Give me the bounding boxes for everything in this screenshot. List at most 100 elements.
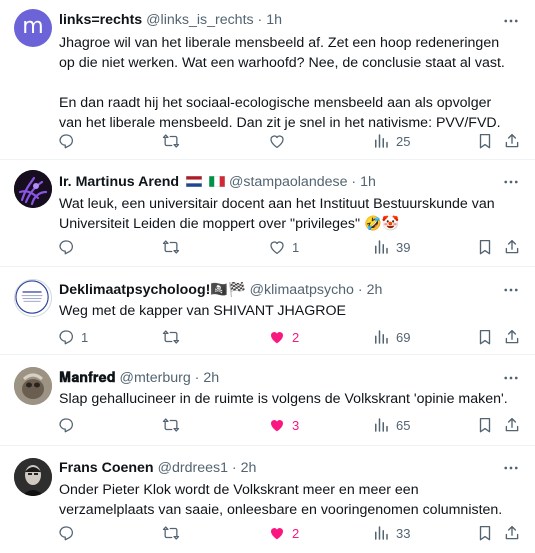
like-count: 1 — [292, 239, 300, 255]
avatar-letter: m — [22, 14, 44, 39]
avatar[interactable] — [14, 279, 52, 317]
timeline: m links=rechts @links_is_rechts · 1h Jha… — [0, 0, 535, 553]
reply-icon — [59, 240, 74, 255]
like-button[interactable]: 2 — [268, 326, 299, 348]
views-icon — [375, 418, 388, 432]
views-icon — [375, 330, 388, 344]
display-name[interactable]: links=rechts — [59, 12, 142, 28]
share-button[interactable] — [503, 130, 521, 152]
timestamp[interactable]: 2h — [203, 370, 219, 386]
views-icon — [375, 240, 388, 254]
more-icon[interactable] — [502, 459, 520, 477]
display-name[interactable]: Frans Coenen — [59, 460, 154, 476]
repost-button[interactable] — [162, 522, 186, 544]
handle[interactable]: @klimaatpsycho — [250, 282, 354, 298]
display-name[interactable]: 𝐌𝐚𝐧𝐟𝐫𝐞𝐝 — [59, 370, 116, 386]
action-bar: 3 65 — [52, 414, 519, 436]
more-icon[interactable] — [502, 369, 520, 387]
tweet-text-content: Weg met de kapper van SHIVANT JHAGROE — [59, 303, 347, 319]
avatar[interactable] — [14, 367, 52, 405]
like-icon — [270, 528, 284, 540]
repost-button[interactable] — [162, 326, 186, 348]
like-button[interactable] — [268, 130, 292, 152]
handle[interactable]: @links_is_rechts — [146, 12, 253, 28]
view-count: 65 — [396, 417, 411, 433]
views-button[interactable]: 69 — [372, 326, 410, 348]
tweet-text: Wat leuk, een universitair docent aan he… — [59, 194, 513, 234]
reply-button[interactable]: 1 — [57, 326, 88, 348]
avatar[interactable] — [14, 458, 52, 496]
view-count: 33 — [396, 525, 411, 541]
tweet[interactable]: 𝐌𝐚𝐧𝐟𝐫𝐞𝐝 @mterburg · 2h Slap gehallucinee… — [0, 355, 535, 446]
tweet-text-content: Jhagroe wil van het liberale mensbeeld a… — [59, 35, 505, 131]
like-button[interactable]: 3 — [268, 414, 299, 436]
share-icon — [505, 239, 519, 254]
like-button[interactable]: 2 — [268, 522, 299, 544]
like-count: 2 — [292, 525, 300, 541]
share-button[interactable] — [503, 522, 521, 544]
tweet-header: Frans Coenen @drdrees1 · 2h — [59, 460, 491, 480]
reply-button[interactable] — [57, 130, 81, 152]
repost-button[interactable] — [162, 414, 186, 436]
handle[interactable]: @stampaolandese — [229, 174, 348, 190]
separator: · — [190, 370, 204, 386]
tweet-text-content: Onder Pieter Klok wordt de Volkskrant me… — [59, 482, 503, 518]
bookmark-button[interactable] — [476, 414, 494, 436]
reply-icon — [59, 330, 74, 345]
display-name[interactable]: Ir. Martinus Arend — [59, 174, 179, 190]
avatar[interactable] — [14, 170, 52, 208]
view-count: 25 — [396, 133, 411, 149]
bookmark-icon — [479, 239, 491, 255]
avatar[interactable]: m — [14, 9, 52, 47]
reply-icon — [59, 526, 74, 541]
repost-button[interactable] — [162, 130, 186, 152]
share-button[interactable] — [503, 326, 521, 348]
share-button[interactable] — [503, 236, 521, 258]
reply-button[interactable] — [57, 236, 81, 258]
views-icon — [375, 526, 388, 540]
separator: · — [227, 460, 241, 476]
bookmark-button[interactable] — [476, 326, 494, 348]
like-icon — [270, 241, 284, 255]
views-button[interactable]: 39 — [372, 236, 410, 258]
tweet-header: Deklimaatpsycholoog!🏴‍☠️🏁 @klimaatpsycho… — [59, 282, 491, 302]
views-icon — [375, 134, 388, 148]
views-button[interactable]: 33 — [372, 522, 410, 544]
bookmark-icon — [479, 133, 491, 149]
tweet[interactable]: m links=rechts @links_is_rechts · 1h Jha… — [0, 0, 535, 160]
repost-button[interactable] — [162, 236, 186, 258]
display-name[interactable]: Deklimaatpsycholoog!🏴‍☠️🏁 — [59, 282, 246, 298]
timestamp[interactable]: 1h — [360, 174, 376, 190]
bookmark-icon — [479, 329, 491, 345]
tweet[interactable]: Deklimaatpsycholoog!🏴‍☠️🏁 @klimaatpsycho… — [0, 267, 535, 355]
more-icon[interactable] — [502, 173, 520, 191]
like-button[interactable]: 1 — [268, 236, 299, 258]
tweet-text-content: Wat leuk, een universitair docent aan he… — [59, 196, 495, 232]
bookmark-button[interactable] — [476, 130, 494, 152]
reply-count: 1 — [81, 329, 89, 345]
avatar-image — [14, 170, 52, 208]
tweet[interactable]: Frans Coenen @drdrees1 · 2h Onder Pieter… — [0, 446, 535, 553]
views-button[interactable]: 65 — [372, 414, 410, 436]
action-bar: 25 — [52, 130, 519, 152]
timestamp[interactable]: 2h — [241, 460, 257, 476]
handle[interactable]: @mterburg — [120, 370, 191, 386]
bookmark-button[interactable] — [476, 522, 494, 544]
action-bar: 1 2 69 — [52, 326, 519, 348]
like-count: 3 — [292, 417, 300, 433]
more-icon[interactable] — [502, 12, 520, 30]
timestamp[interactable]: 2h — [367, 282, 383, 298]
handle[interactable]: @drdrees1 — [158, 460, 228, 476]
tweet[interactable]: Ir. Martinus Arend @stampaolandese · 1h … — [0, 160, 535, 267]
views-button[interactable]: 25 — [372, 130, 410, 152]
like-count: 2 — [292, 329, 300, 345]
bookmark-button[interactable] — [476, 236, 494, 258]
timestamp[interactable]: 1h — [266, 12, 282, 28]
reply-button[interactable] — [57, 522, 81, 544]
share-button[interactable] — [503, 414, 521, 436]
separator: · — [347, 174, 361, 190]
reply-icon — [59, 134, 74, 149]
tweet-text: Onder Pieter Klok wordt de Volkskrant me… — [59, 480, 513, 520]
more-icon[interactable] — [502, 281, 520, 299]
reply-button[interactable] — [57, 414, 81, 436]
